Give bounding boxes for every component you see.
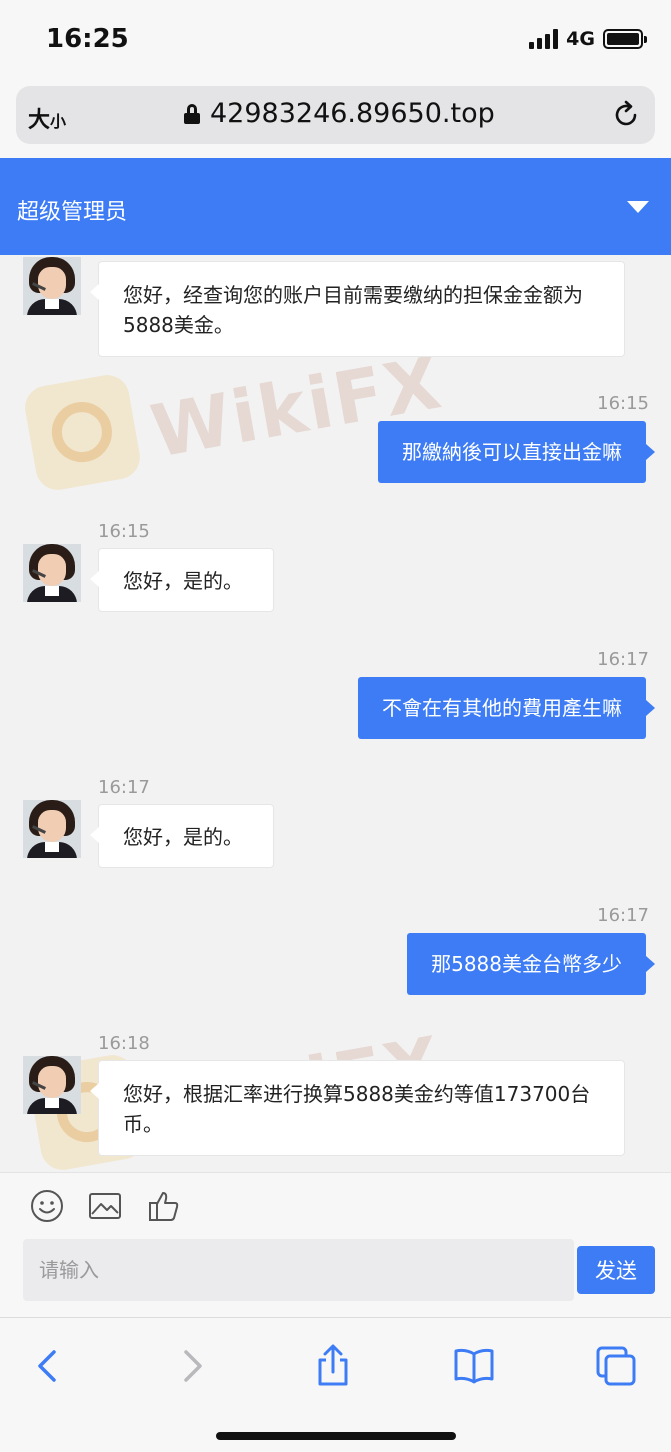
browser-toolbar	[0, 1317, 671, 1452]
network-type: 4G	[566, 28, 595, 50]
message-bubble: 那5888美金台幣多少	[407, 933, 655, 995]
battery-icon	[603, 29, 647, 49]
message-bubble: 您好，根据汇率进行换算5888美金约等值173700台币。	[90, 1060, 625, 1156]
chat-header: 超级管理员	[0, 158, 671, 255]
url-display[interactable]: 42983246.89650.top	[184, 98, 495, 129]
message-bubble: 您好，是的。	[90, 804, 274, 868]
agent-avatar	[23, 544, 81, 602]
agent-avatar	[23, 1056, 81, 1114]
agent-avatar	[23, 257, 81, 315]
message-bubble: 您好，是的。	[90, 548, 274, 612]
bookmarks-icon[interactable]	[452, 1344, 496, 1388]
image-icon[interactable]	[88, 1189, 122, 1223]
signal-icon	[529, 29, 559, 49]
message-time: 16:18	[98, 1033, 150, 1054]
emoji-icon[interactable]	[30, 1189, 64, 1223]
back-icon[interactable]	[26, 1344, 70, 1388]
message-time: 16:17	[597, 649, 649, 670]
message-time: 16:17	[597, 905, 649, 926]
home-indicator[interactable]	[216, 1432, 456, 1440]
share-icon[interactable]	[311, 1344, 355, 1388]
agent-avatar	[23, 800, 81, 858]
tabs-icon[interactable]	[594, 1344, 638, 1388]
message-time: 16:15	[98, 521, 150, 542]
message-time: 16:15	[597, 393, 649, 414]
reload-icon[interactable]	[611, 100, 641, 130]
status-bar: 16:25 4G	[0, 0, 671, 80]
message-bubble: 不會在有其他的費用產生嘛	[358, 677, 655, 739]
url-text: 42983246.89650.top	[210, 98, 495, 129]
text-size-button[interactable]: 大小	[28, 102, 66, 134]
status-indicators: 4G	[529, 28, 647, 50]
dropdown-caret-icon[interactable]	[627, 201, 649, 213]
message-bubble: 那繳納後可以直接出金嘛	[378, 421, 655, 483]
browser-address-area: 大小 42983246.89650.top	[0, 80, 671, 158]
message-time: 16:17	[98, 777, 150, 798]
forward-icon[interactable]	[170, 1344, 214, 1388]
text-size-large: 大	[28, 108, 51, 133]
thumbs-up-icon[interactable]	[147, 1189, 181, 1223]
text-size-small: 小	[50, 112, 67, 131]
composer: 发送	[0, 1237, 671, 1317]
lock-icon	[184, 103, 200, 124]
message-bubble: 您好，经查询您的账户目前需要缴纳的担保金金额为5888美金。	[90, 261, 625, 357]
page-title: 超级管理员	[17, 200, 128, 225]
watermark-logo	[21, 371, 144, 494]
status-time: 16:25	[46, 24, 129, 54]
message-input[interactable]	[23, 1239, 574, 1301]
address-bar[interactable]: 大小 42983246.89650.top	[16, 86, 655, 144]
send-button[interactable]: 发送	[577, 1246, 655, 1294]
chat-messages[interactable]: WikiFX WikiFX 您好，经查询您的账户目前需要缴纳的担保金金额为588…	[0, 255, 671, 1172]
composer-toolbar	[0, 1172, 671, 1237]
